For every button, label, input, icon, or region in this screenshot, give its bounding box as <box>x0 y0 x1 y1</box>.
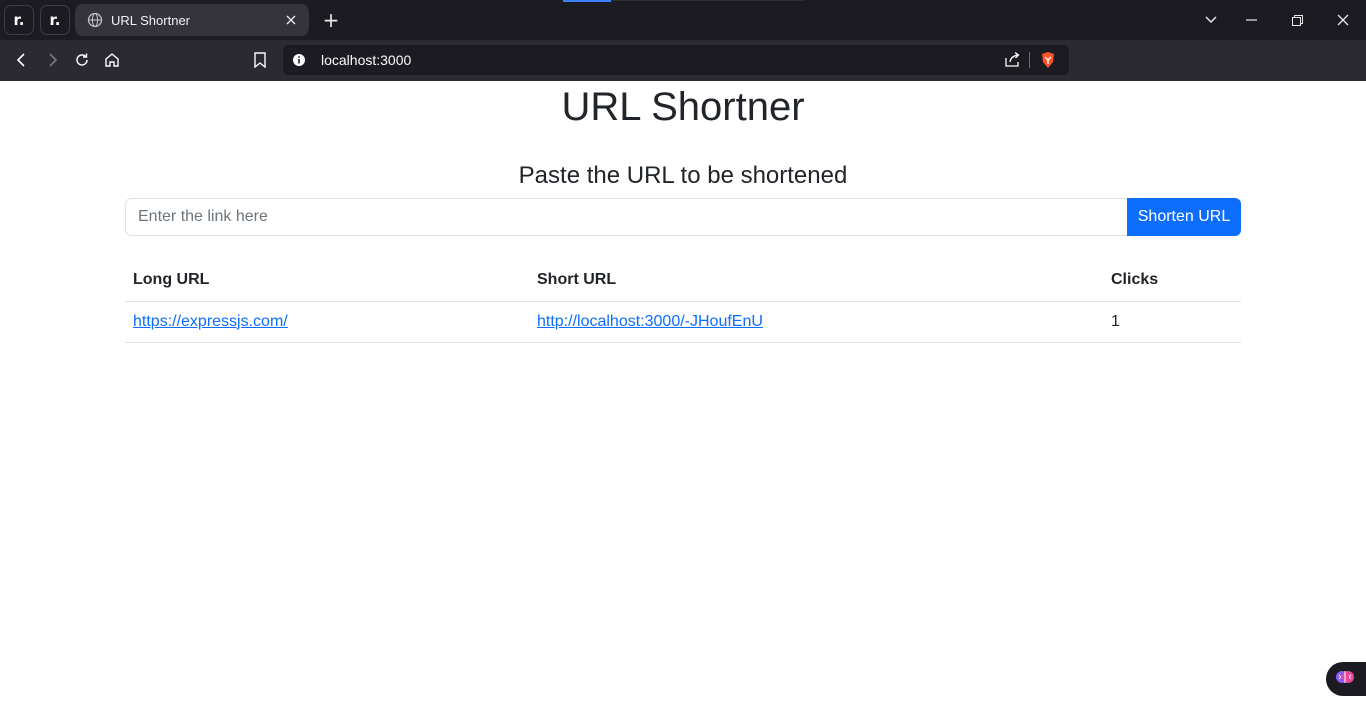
table-header-row: Long URL Short URL Clicks <box>125 260 1241 302</box>
tab-title: URL Shortner <box>111 12 190 28</box>
close-window-icon[interactable] <box>1320 0 1366 40</box>
back-arrow-icon[interactable] <box>9 48 35 72</box>
tab-strip-divider <box>611 0 804 1</box>
urls-table: Long URL Short URL Clicks https://expres… <box>125 260 1241 343</box>
pinned-tab-label: r. <box>13 11 25 29</box>
table-row: https://expressjs.com/ http://localhost:… <box>125 301 1241 343</box>
bookmark-icon[interactable] <box>247 48 273 72</box>
reload-icon[interactable] <box>69 48 95 72</box>
shorten-url-button[interactable]: Shorten URL <box>1127 198 1241 236</box>
page-subtitle: Paste the URL to be shortened <box>518 162 848 189</box>
brave-shields-icon[interactable] <box>1039 51 1057 74</box>
pinned-tab-1[interactable]: r. <box>4 5 34 35</box>
site-info-icon[interactable] <box>291 52 307 68</box>
pinned-tab-label: r. <box>49 11 61 29</box>
close-tab-icon[interactable] <box>283 12 299 28</box>
page-title: URL Shortner <box>561 85 805 129</box>
column-header-clicks: Clicks <box>1103 260 1241 302</box>
pinned-tab-2[interactable]: r. <box>40 5 70 35</box>
brain-icon <box>1335 667 1355 692</box>
long-url-cell: https://expressjs.com/ <box>125 301 529 343</box>
short-url-cell: http://localhost:3000/-JHoufEnU <box>529 301 1103 343</box>
url-input[interactable] <box>125 198 1128 236</box>
long-url-link[interactable]: https://expressjs.com/ <box>133 313 288 330</box>
restore-icon[interactable] <box>1274 0 1320 40</box>
column-header-long-url: Long URL <box>125 260 529 302</box>
column-header-short-url: Short URL <box>529 260 1103 302</box>
minimize-icon[interactable] <box>1228 0 1274 40</box>
globe-icon <box>87 12 103 28</box>
active-tab[interactable]: URL Shortner <box>75 4 309 36</box>
floating-assistant-button[interactable] <box>1326 662 1366 696</box>
tab-strip-accent <box>563 0 611 2</box>
home-icon[interactable] <box>99 48 125 72</box>
address-bar-divider <box>1029 52 1030 68</box>
tab-strip: r. r. URL Shortner + <box>0 0 1366 40</box>
address-bar[interactable]: localhost:3000 <box>283 45 1069 75</box>
forward-arrow-icon[interactable] <box>39 48 65 72</box>
page-content: URL Shortner Paste the URL to be shorten… <box>0 81 1366 727</box>
share-icon[interactable] <box>1003 51 1021 74</box>
short-url-link[interactable]: http://localhost:3000/-JHoufEnU <box>537 313 763 330</box>
address-text: localhost:3000 <box>321 52 412 68</box>
new-tab-button[interactable]: + <box>321 10 341 30</box>
clicks-cell: 1 <box>1103 301 1241 343</box>
